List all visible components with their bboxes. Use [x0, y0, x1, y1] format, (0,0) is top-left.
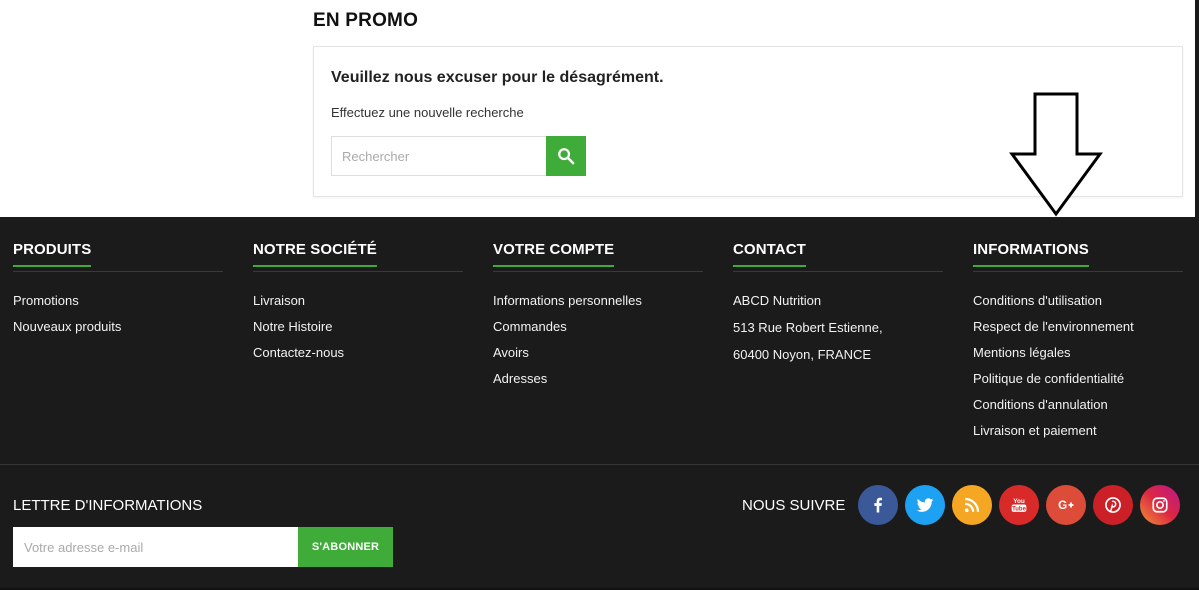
footer-link[interactable]: Promotions	[13, 292, 223, 318]
pinterest-icon	[1105, 497, 1121, 513]
footer-link[interactable]: Conditions d'utilisation	[973, 292, 1183, 318]
footer-column-title: VOTRE COMPTE	[493, 241, 615, 267]
footer-column-header: PRODUITS	[13, 241, 223, 272]
footer-column-contact: CONTACT ABCD Nutrition 513 Rue Robert Es…	[733, 241, 943, 373]
follow-us-label: NOUS SUIVRE	[742, 497, 846, 514]
footer-link[interactable]: Notre Histoire	[253, 318, 463, 344]
footer-link[interactable]: Nouveaux produits	[13, 318, 223, 344]
rss-icon	[964, 497, 980, 513]
footer-link-list: Livraison Notre Histoire Contactez-nous	[253, 292, 463, 370]
footer-column-produits: PRODUITS Promotions Nouveaux produits	[13, 241, 223, 344]
google-plus-link[interactable]: G	[1046, 485, 1086, 525]
content-area: EN PROMO Veuillez nous excuser pour le d…	[0, 0, 1199, 217]
svg-text:G: G	[1058, 499, 1067, 512]
footer-link[interactable]: Adresses	[493, 370, 703, 396]
search-form	[331, 136, 586, 176]
page-edge	[1195, 0, 1199, 217]
social-links: You Tube G	[858, 485, 1180, 525]
company-name: ABCD Nutrition	[733, 293, 822, 308]
youtube-link[interactable]: You Tube	[999, 485, 1039, 525]
footer-column-title: CONTACT	[733, 241, 806, 267]
pinterest-link[interactable]	[1093, 485, 1133, 525]
twitter-link[interactable]	[905, 485, 945, 525]
google-plus-icon: G	[1058, 499, 1074, 512]
facebook-link[interactable]	[858, 485, 898, 525]
footer-column-title: INFORMATIONS	[973, 241, 1089, 267]
instagram-link[interactable]	[1140, 485, 1180, 525]
footer-link-list: Informations personnelles Commandes Avoi…	[493, 292, 703, 396]
subscribe-button[interactable]: S'ABONNER	[298, 527, 393, 567]
footer-column-title: PRODUITS	[13, 241, 92, 267]
footer-link[interactable]: Politique de confidentialité	[973, 370, 1183, 396]
footer-link[interactable]: Commandes	[493, 318, 703, 344]
newsletter-form: S'ABONNER	[13, 527, 393, 567]
facebook-icon	[874, 497, 882, 513]
instagram-icon	[1152, 497, 1168, 513]
footer-column-informations: INFORMATIONS Conditions d'utilisation Re…	[973, 241, 1183, 448]
search-button[interactable]	[546, 136, 586, 176]
footer-link-list: Promotions Nouveaux produits	[13, 292, 223, 344]
newsletter-title: LETTRE D'INFORMATIONS	[13, 497, 203, 514]
youtube-icon: You Tube	[1011, 498, 1027, 513]
footer-link[interactable]: Mentions légales	[973, 344, 1183, 370]
footer-link[interactable]: Informations personnelles	[493, 292, 703, 318]
svg-text:You: You	[1013, 498, 1025, 505]
footer-link[interactable]: Contactez-nous	[253, 344, 463, 370]
footer-column-header: NOTRE SOCIÉTÉ	[253, 241, 463, 272]
address-line: 60400 Noyon, FRANCE	[733, 347, 872, 362]
address-line: 513 Rue Robert Estienne,	[733, 320, 883, 335]
footer-link[interactable]: Livraison	[253, 292, 463, 318]
rss-link[interactable]	[952, 485, 992, 525]
footer-column-header: VOTRE COMPTE	[493, 241, 703, 272]
site-footer: PRODUITS Promotions Nouveaux produits NO…	[0, 217, 1199, 590]
footer-column-compte: VOTRE COMPTE Informations personnelles C…	[493, 241, 703, 396]
page-title: EN PROMO	[313, 10, 419, 31]
footer-link[interactable]: Livraison et paiement	[973, 422, 1183, 448]
footer-column-title: NOTRE SOCIÉTÉ	[253, 241, 377, 267]
footer-link[interactable]: Respect de l'environnement	[973, 318, 1183, 344]
arrow-down-icon	[1009, 92, 1103, 217]
footer-link[interactable]: Conditions d'annulation	[973, 396, 1183, 422]
footer-column-header: INFORMATIONS	[973, 241, 1183, 272]
newsletter-email-input[interactable]	[13, 527, 298, 567]
notice-title: Veuillez nous excuser pour le désagrémen…	[331, 69, 664, 86]
contact-details: ABCD Nutrition 513 Rue Robert Estienne, …	[733, 292, 943, 373]
search-icon	[558, 148, 575, 165]
search-input[interactable]	[331, 136, 546, 176]
footer-divider	[0, 464, 1199, 465]
footer-column-societe: NOTRE SOCIÉTÉ Livraison Notre Histoire C…	[253, 241, 463, 370]
footer-column-header: CONTACT	[733, 241, 943, 272]
footer-link-list: Conditions d'utilisation Respect de l'en…	[973, 292, 1183, 448]
notice-subtitle: Effectuez une nouvelle recherche	[331, 105, 524, 120]
footer-link[interactable]: Avoirs	[493, 344, 703, 370]
twitter-icon	[916, 498, 934, 512]
svg-text:Tube: Tube	[1012, 507, 1026, 513]
